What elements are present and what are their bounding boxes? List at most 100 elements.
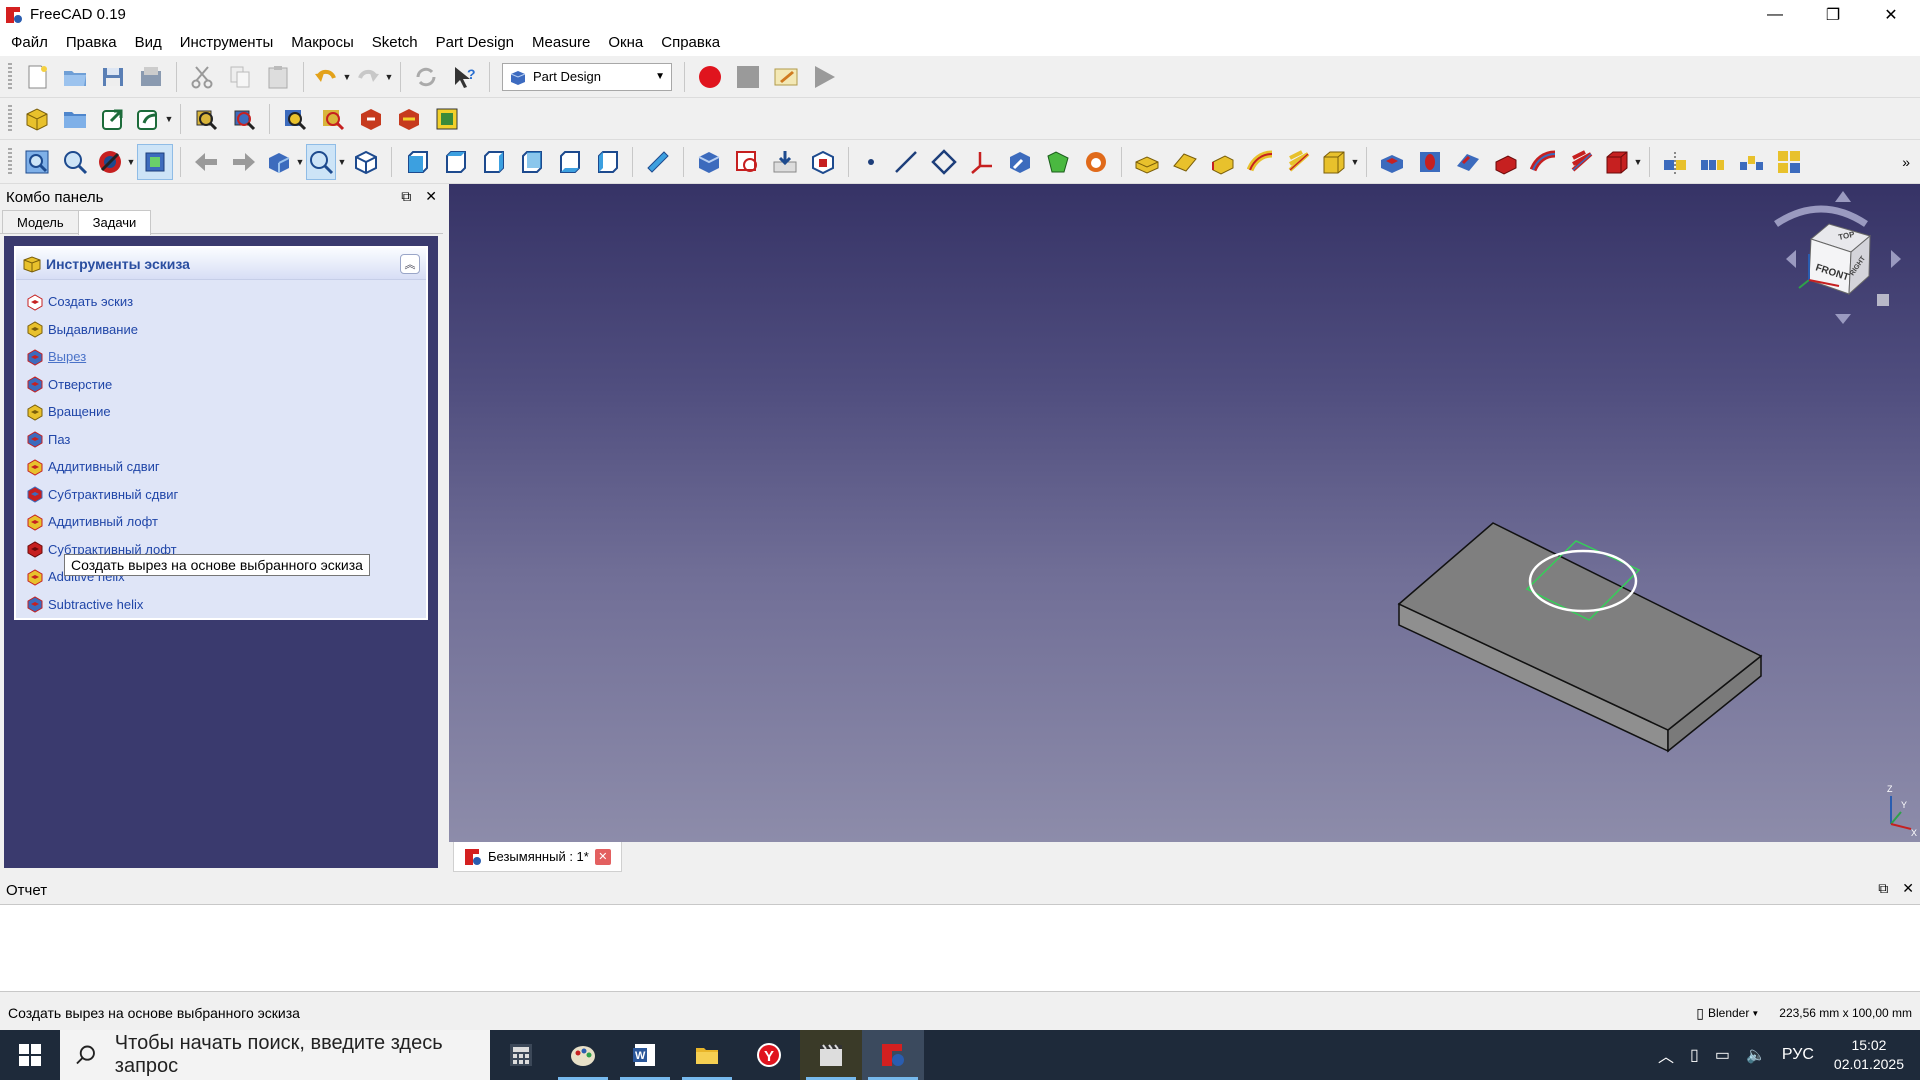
language-indicator[interactable]: РУС [1782, 1046, 1814, 1064]
task-item[interactable]: Создать эскиз [16, 288, 426, 316]
taskbar-explorer[interactable] [676, 1030, 738, 1080]
report-output[interactable] [0, 904, 1920, 992]
tab-model[interactable]: Модель [2, 210, 79, 233]
taskbar-video-editor[interactable] [800, 1030, 862, 1080]
subtractive-primitive-button[interactable] [1602, 144, 1632, 180]
minimize-button[interactable]: — [1746, 0, 1804, 29]
menu-sketch[interactable]: Sketch [363, 29, 427, 56]
macro-stop-button[interactable] [730, 59, 766, 95]
draw-style-button[interactable] [95, 144, 125, 180]
forward-button[interactable] [226, 144, 262, 180]
collapse-button[interactable]: ︽ [400, 254, 420, 274]
macro-run-button[interactable] [806, 59, 842, 95]
maximize-button[interactable]: ❐ [1804, 0, 1862, 29]
macro-edit-button[interactable] [768, 59, 804, 95]
undo-dropdown-arrow[interactable]: ▼ [342, 59, 352, 95]
menu-help[interactable]: Справка [652, 29, 729, 56]
workbench-selector[interactable]: Part Design ▼ [502, 62, 672, 91]
view-isometric-button[interactable] [348, 144, 384, 180]
additive-helix-button[interactable] [1281, 144, 1317, 180]
close-button[interactable]: ✕ [1862, 0, 1920, 29]
menu-measure[interactable]: Measure [523, 29, 599, 56]
groove-button[interactable] [1450, 144, 1486, 180]
arrow-right-icon[interactable] [1891, 250, 1901, 268]
zoom-dropdown-arrow[interactable]: ▼ [337, 144, 347, 180]
open-button[interactable] [57, 59, 93, 95]
arrow-up-icon[interactable] [1835, 191, 1851, 202]
datum-point-button[interactable] [856, 144, 886, 180]
tab-tasks[interactable]: Задачи [77, 210, 152, 235]
additive-loft-button[interactable] [1205, 144, 1241, 180]
3d-viewport[interactable]: TOP FRONT RIGHT Z Y X [449, 184, 1920, 842]
rotate-arc-icon[interactable] [1774, 205, 1868, 227]
taskbar-search[interactable]: Чтобы начать поиск, введите здесь запрос [60, 1030, 490, 1080]
additive-pipe-button[interactable] [1243, 144, 1279, 180]
task-item[interactable]: Выдавливание [16, 316, 426, 344]
create-link-button[interactable] [95, 101, 131, 137]
undock-icon[interactable]: ⧉ [1878, 880, 1888, 897]
subtractive-helix-button[interactable] [1564, 144, 1600, 180]
new-document-button[interactable] [19, 59, 55, 95]
subtractive-primitive-dropdown-arrow[interactable]: ▼ [1633, 144, 1643, 180]
redo-button[interactable] [353, 59, 383, 95]
sub-shape-binder-button[interactable] [1002, 144, 1038, 180]
import-all-links-button[interactable] [391, 101, 427, 137]
arrow-left-icon[interactable] [1786, 250, 1796, 268]
shape-binder-button[interactable] [805, 144, 841, 180]
macro-record-button[interactable] [692, 59, 728, 95]
menu-view[interactable]: Вид [126, 29, 171, 56]
task-box-header[interactable]: Инструменты эскиза ︽ [16, 248, 426, 280]
task-item[interactable]: Subtractive helix [16, 591, 426, 619]
subtractive-loft-button[interactable] [1488, 144, 1524, 180]
view-menu-icon[interactable] [1877, 294, 1889, 306]
redo-dropdown-arrow[interactable]: ▼ [384, 59, 394, 95]
clock[interactable]: 15:02 02.01.2025 [1834, 1036, 1904, 1074]
paste-button[interactable] [260, 59, 296, 95]
measure-distance-button[interactable] [640, 144, 676, 180]
select-linked-button[interactable] [226, 101, 262, 137]
view-bottom-button[interactable] [551, 144, 587, 180]
taskbar-yandex[interactable]: Y [738, 1030, 800, 1080]
navigation-style-selector[interactable]: ▯ Blender ▼ [1696, 1005, 1759, 1022]
close-document-icon[interactable]: ✕ [594, 848, 611, 865]
pad-button[interactable] [1129, 144, 1165, 180]
fit-selection-button[interactable] [57, 144, 93, 180]
additive-primitive-dropdown-arrow[interactable]: ▼ [1350, 144, 1360, 180]
link-dropdown-arrow[interactable]: ▼ [164, 101, 174, 137]
back-button[interactable] [188, 144, 224, 180]
undock-icon[interactable]: ⧉ [401, 188, 411, 205]
toolbar-overflow-button[interactable]: » [1902, 154, 1910, 170]
save-button[interactable] [95, 59, 131, 95]
task-item[interactable]: Аддитивный лофт [16, 508, 426, 536]
close-icon[interactable]: ✕ [1902, 880, 1914, 897]
usb-icon[interactable]: ▯ [1690, 1045, 1699, 1065]
select-final-linked-button[interactable] [277, 101, 313, 137]
task-item[interactable]: Вырез [16, 343, 426, 371]
clone-orange-button[interactable] [1078, 144, 1114, 180]
pocket-button[interactable] [1374, 144, 1410, 180]
additive-primitive-button[interactable] [1319, 144, 1349, 180]
taskbar-paint[interactable] [552, 1030, 614, 1080]
subtractive-pipe-button[interactable] [1526, 144, 1562, 180]
multi-transform-button[interactable] [1771, 144, 1807, 180]
menu-tools[interactable]: Инструменты [171, 29, 283, 56]
refresh-button[interactable] [408, 59, 444, 95]
task-item[interactable]: Вращение [16, 398, 426, 426]
local-cs-button[interactable] [964, 144, 1000, 180]
linear-pattern-button[interactable] [1695, 144, 1731, 180]
datum-plane-button[interactable] [926, 144, 962, 180]
scene[interactable]: TOP FRONT RIGHT Z Y X [449, 184, 1920, 842]
menu-file[interactable]: Файл [2, 29, 57, 56]
hole-button[interactable] [1412, 144, 1448, 180]
link-actions-button[interactable] [133, 101, 163, 137]
validate-sketch-button[interactable] [767, 144, 803, 180]
view-front-button[interactable] [399, 144, 435, 180]
std-view-button[interactable] [264, 144, 294, 180]
close-icon[interactable]: ✕ [425, 188, 437, 205]
task-item[interactable]: Паз [16, 426, 426, 454]
view-left-button[interactable] [589, 144, 625, 180]
polar-pattern-button[interactable] [1733, 144, 1769, 180]
start-button[interactable] [0, 1030, 60, 1080]
menu-edit[interactable]: Правка [57, 29, 126, 56]
taskbar-freecad[interactable] [862, 1030, 924, 1080]
